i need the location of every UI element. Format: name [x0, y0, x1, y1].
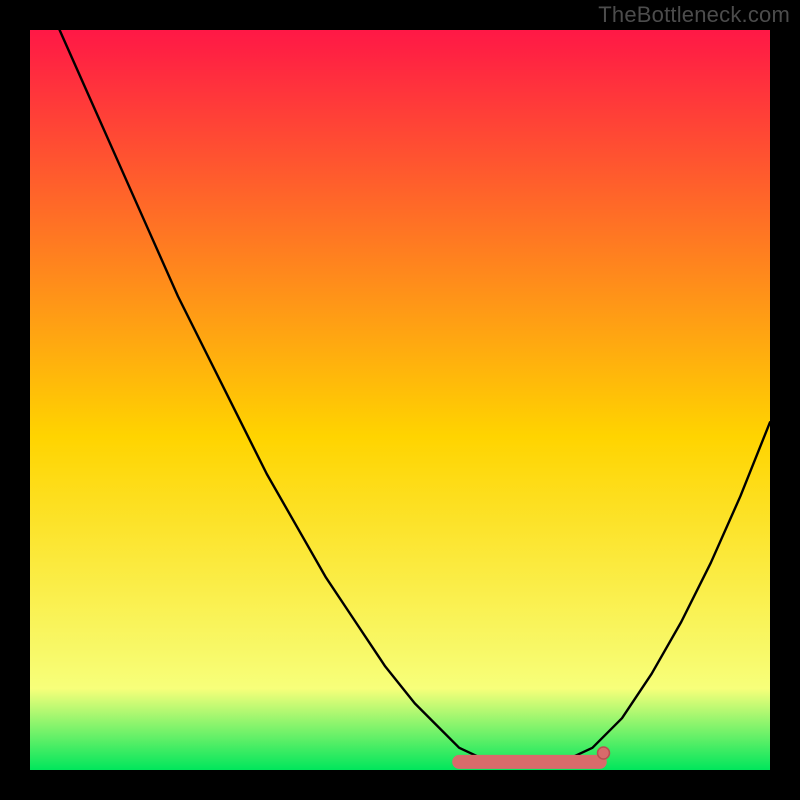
watermark-text: TheBottleneck.com: [598, 2, 790, 28]
optimal-dot: [598, 747, 610, 759]
chart-frame: TheBottleneck.com: [0, 0, 800, 800]
plot-area: [30, 30, 770, 770]
plot-svg: [30, 30, 770, 770]
